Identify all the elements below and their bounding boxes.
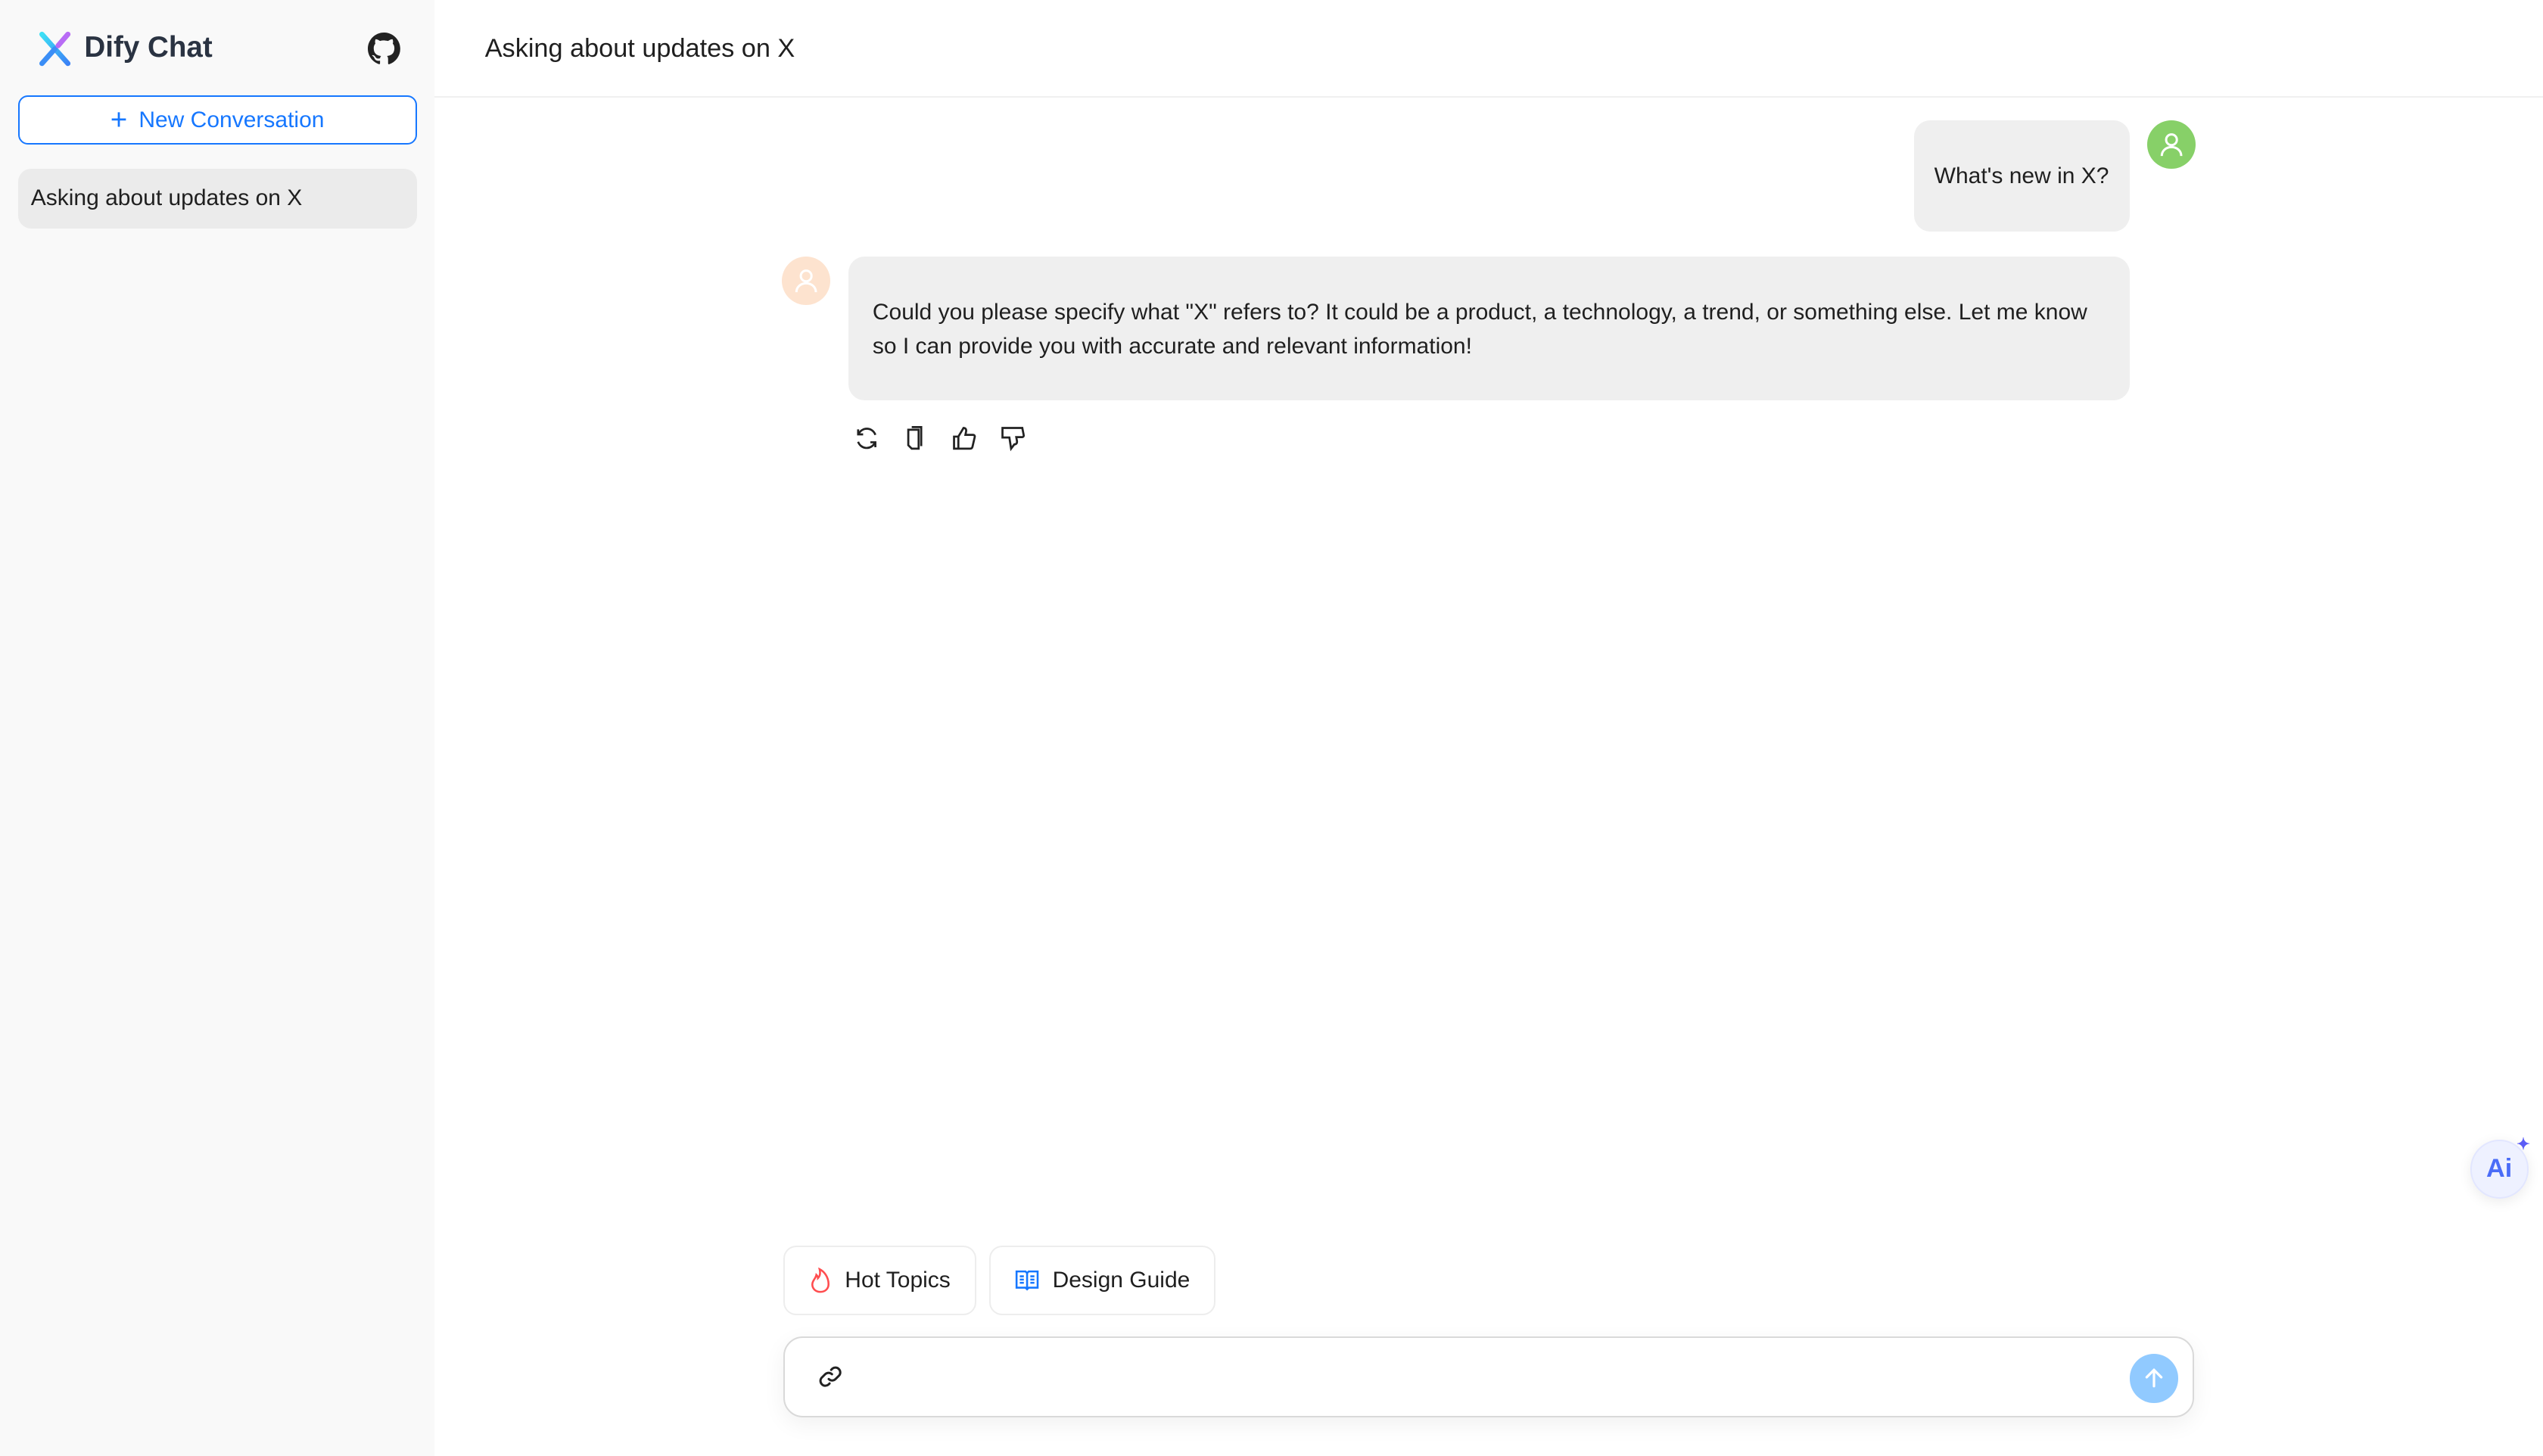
new-conversation-button[interactable]: + New Conversation: [17, 95, 417, 145]
copy-icon[interactable]: [901, 425, 929, 452]
user-message: What's new in X?: [1913, 120, 2130, 232]
sparkle-icon: ✦: [2517, 1134, 2530, 1153]
user-icon: [795, 269, 817, 292]
user-message-text: What's new in X?: [1934, 163, 2109, 188]
dify-logo-icon: [39, 31, 71, 66]
conversation-item[interactable]: Asking about updates on X: [17, 168, 417, 229]
sidebar: Dify Chat + New Conversation Asking abou…: [0, 0, 435, 1456]
plus-icon: +: [110, 103, 128, 136]
conversation-label: Asking about updates on X: [30, 185, 303, 211]
prompt-label: Hot Topics: [845, 1267, 951, 1293]
prompt-hot-topics[interactable]: Hot Topics: [783, 1245, 976, 1315]
arrow-up-icon: [2145, 1368, 2162, 1388]
user-avatar: [2147, 120, 2196, 169]
message-input[interactable]: [783, 1336, 2195, 1417]
fire-icon: [811, 1267, 830, 1293]
prompt-label: Design Guide: [1052, 1267, 1191, 1293]
assistant-message: Could you please specify what "X" refers…: [848, 256, 2130, 401]
thumbs-down-icon[interactable]: [999, 425, 1026, 452]
github-icon[interactable]: [368, 32, 401, 65]
refresh-icon[interactable]: [853, 425, 880, 452]
page-title: Asking about updates on X: [484, 34, 795, 63]
ai-label: Ai: [2485, 1154, 2513, 1184]
assistant-message-text: Could you please specify what "X" refers…: [872, 299, 2087, 359]
app: Dify Chat + New Conversation Asking abou…: [0, 0, 2543, 1456]
ai-assistant-button[interactable]: Ai ✦: [2470, 1135, 2530, 1199]
user-icon: [2160, 132, 2183, 156]
brand-name: Dify Chat: [84, 30, 213, 64]
send-button[interactable]: [2129, 1354, 2178, 1403]
new-conversation-label: New Conversation: [139, 107, 325, 132]
thumbs-up-icon[interactable]: [951, 425, 978, 452]
prompt-design-guide[interactable]: Design Guide: [989, 1245, 1216, 1315]
attachment-link-icon[interactable]: [817, 1364, 843, 1389]
book-icon: [1016, 1270, 1039, 1291]
assistant-avatar: [781, 256, 831, 305]
